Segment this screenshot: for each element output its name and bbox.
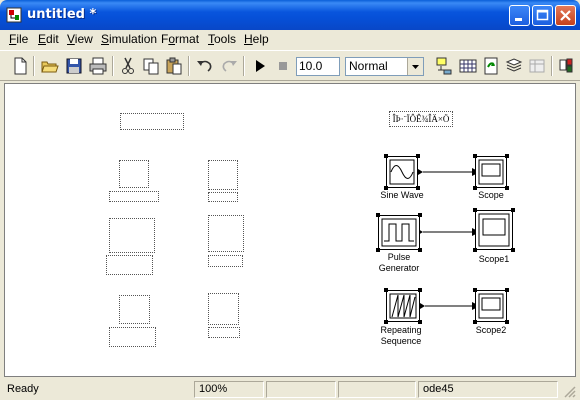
menu-tools[interactable]: Tools bbox=[208, 32, 236, 46]
scope-icon bbox=[478, 293, 504, 319]
status-field bbox=[338, 381, 416, 398]
paste-icon[interactable] bbox=[164, 56, 184, 76]
model-canvas[interactable]: ÎÞ·¨ÏÔÊ¾ÎÄ×Ö Sine Wave Pulse Generator R… bbox=[4, 83, 576, 377]
status-bar: Ready 100% ode45 bbox=[0, 379, 580, 400]
menu-bar: File Edit View Simulation Format Tools H… bbox=[0, 30, 580, 49]
close-button[interactable] bbox=[555, 5, 576, 26]
scope-icon bbox=[478, 213, 510, 247]
copy-icon[interactable] bbox=[141, 56, 161, 76]
scope2-label: Scope2 bbox=[475, 325, 507, 335]
minimize-button[interactable] bbox=[509, 5, 530, 26]
repeating-sequence-label: Repeating Sequence bbox=[380, 325, 422, 346]
start-simulation-icon[interactable] bbox=[250, 56, 270, 76]
undo-icon[interactable] bbox=[195, 56, 215, 76]
resize-grip-icon[interactable] bbox=[562, 384, 576, 398]
update-diagram-icon[interactable] bbox=[458, 56, 478, 76]
menu-help[interactable]: Help bbox=[244, 32, 269, 46]
scope1-label: Scope1 bbox=[478, 254, 510, 264]
simulation-mode-value: Normal bbox=[349, 59, 388, 73]
scope-block[interactable] bbox=[475, 156, 507, 188]
status-text: Ready bbox=[7, 383, 39, 395]
scope-label: Scope bbox=[478, 190, 504, 200]
stop-time-field[interactable]: 10.0 bbox=[296, 57, 340, 76]
menu-view[interactable]: View bbox=[67, 32, 93, 46]
scope1-block[interactable] bbox=[475, 210, 513, 250]
chevron-down-icon[interactable] bbox=[407, 58, 423, 75]
sine-wave-label: Sine Wave bbox=[380, 190, 424, 200]
menu-format[interactable]: Format bbox=[161, 32, 199, 46]
print-icon[interactable] bbox=[88, 56, 108, 76]
pulse-generator-label: Pulse Generator bbox=[378, 252, 420, 273]
scope-icon bbox=[478, 159, 504, 185]
refresh-icon[interactable] bbox=[481, 56, 501, 76]
cut-icon[interactable] bbox=[118, 56, 138, 76]
model-explorer-icon bbox=[527, 56, 547, 76]
pulse-generator-block[interactable] bbox=[378, 215, 420, 250]
simulink-icon bbox=[6, 7, 22, 23]
menu-simulation[interactable]: Simulation bbox=[101, 32, 157, 46]
save-icon[interactable] bbox=[64, 56, 84, 76]
new-model-icon[interactable] bbox=[10, 56, 30, 76]
pulse-icon bbox=[381, 218, 417, 247]
repeating-sequence-block[interactable] bbox=[386, 290, 420, 322]
maximize-button[interactable] bbox=[532, 5, 553, 26]
library-browser-icon[interactable] bbox=[504, 56, 524, 76]
scope2-block[interactable] bbox=[475, 290, 507, 322]
menu-edit[interactable]: Edit bbox=[38, 32, 59, 46]
simulation-mode-select[interactable]: Normal bbox=[345, 57, 424, 76]
stop-simulation-icon bbox=[273, 56, 293, 76]
open-folder-icon[interactable] bbox=[40, 56, 60, 76]
zoom-level: 100% bbox=[194, 381, 264, 398]
build-model-icon[interactable] bbox=[434, 56, 454, 76]
toolbar: 10.0 Normal bbox=[0, 50, 580, 81]
title-bar[interactable]: untitled * bbox=[0, 0, 580, 30]
window-title: untitled * bbox=[27, 7, 97, 22]
sine-wave-block[interactable] bbox=[386, 156, 418, 188]
sine-wave-icon bbox=[389, 159, 415, 185]
redo-icon bbox=[219, 56, 239, 76]
status-field bbox=[266, 381, 336, 398]
solver-name: ode45 bbox=[418, 381, 558, 398]
debugger-icon[interactable] bbox=[557, 56, 577, 76]
sawtooth-icon bbox=[389, 293, 417, 319]
menu-file[interactable]: File bbox=[9, 32, 28, 46]
